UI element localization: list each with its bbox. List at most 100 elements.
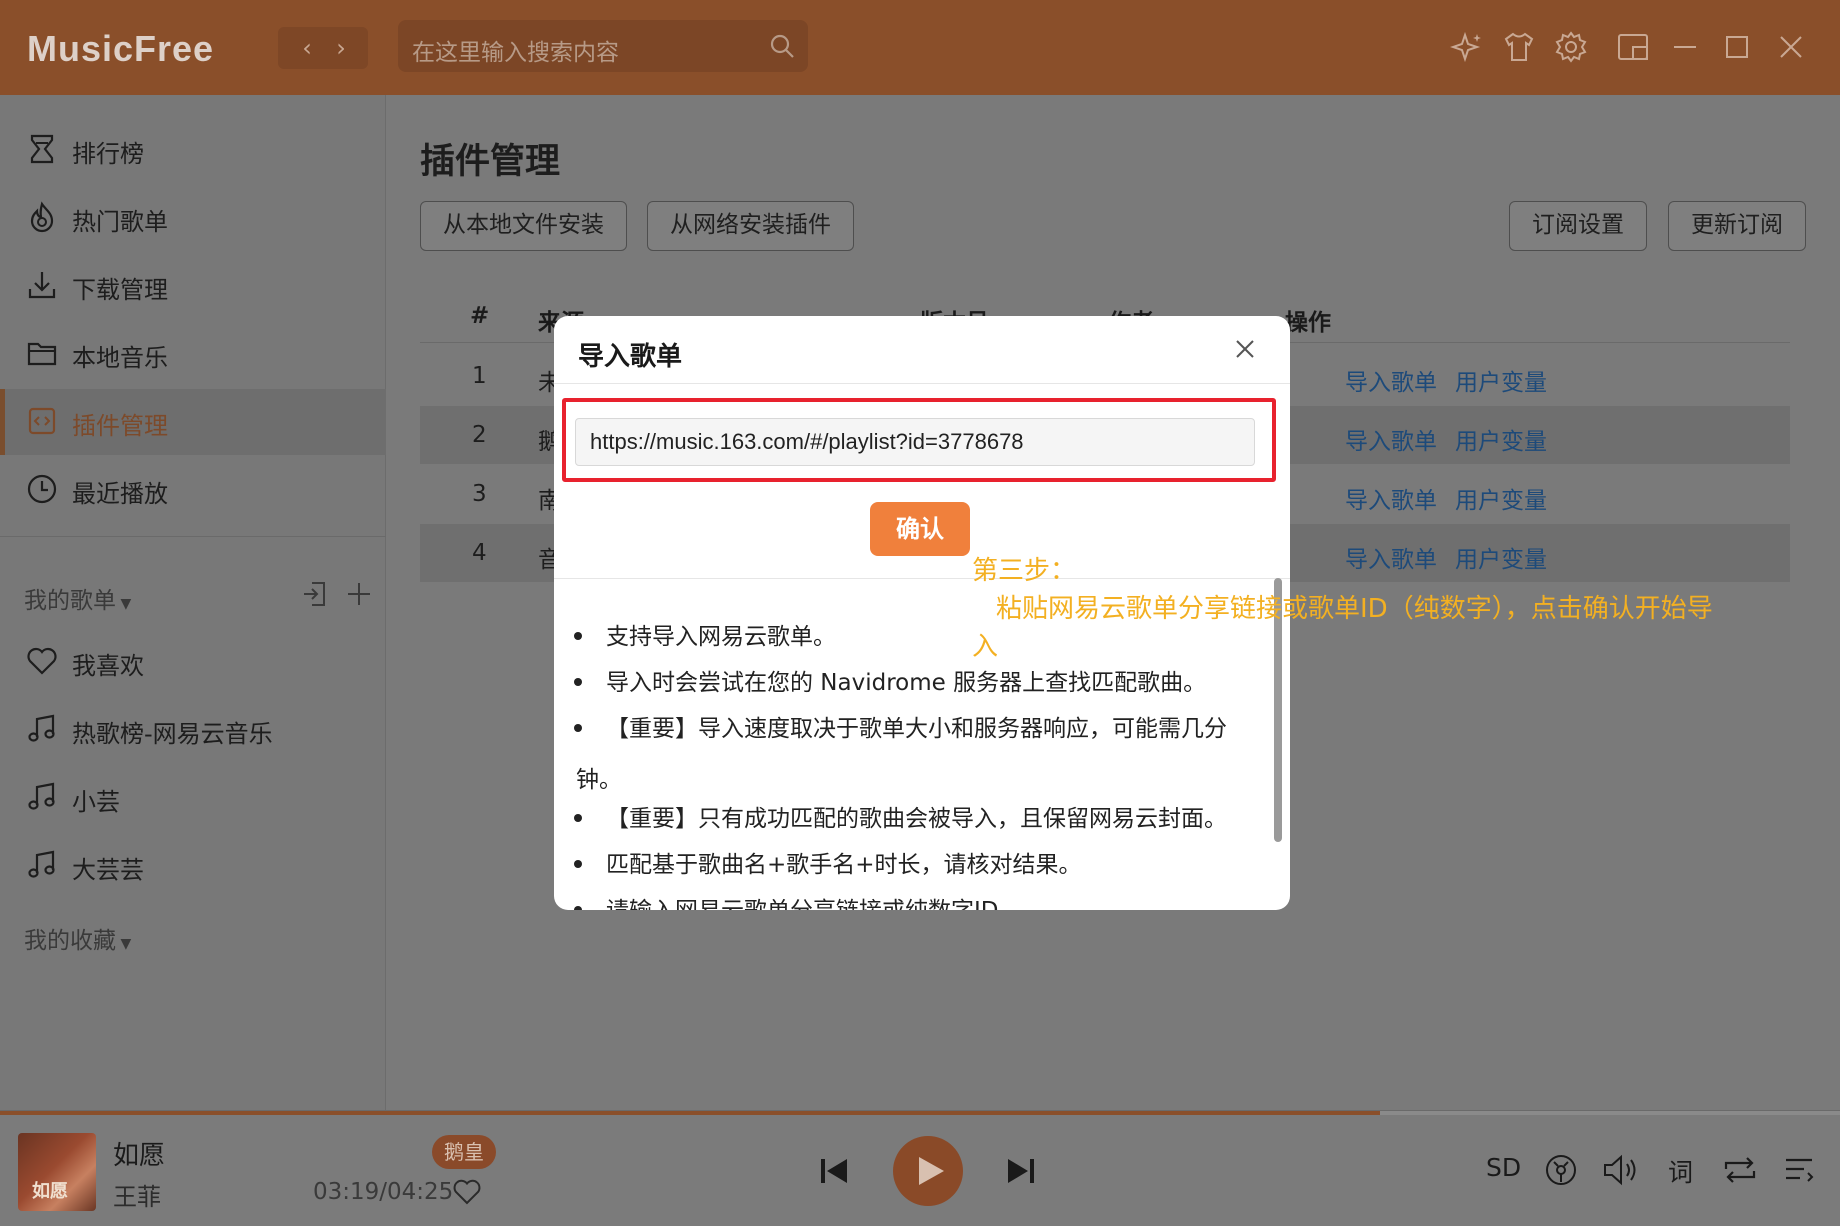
sidebar-item-label: 排行榜 [72, 140, 144, 168]
confirm-button[interactable]: 确认 [870, 502, 970, 556]
page-title: 插件管理 [420, 142, 561, 182]
quality-button[interactable]: SD [1486, 1153, 1521, 1182]
previous-icon[interactable] [818, 1155, 850, 1187]
volume-icon[interactable] [1602, 1153, 1640, 1187]
lyrics-button[interactable]: 词 [1668, 1153, 1693, 1189]
add-playlist-icon[interactable] [344, 579, 374, 609]
import-playlist-link[interactable]: 导入歌单 [1345, 363, 1437, 397]
import-playlist-link[interactable]: 导入歌单 [1345, 540, 1437, 574]
sidebar-item-downloads[interactable]: 下载管理 [0, 253, 386, 319]
bullet [574, 677, 582, 686]
gear-icon[interactable] [1554, 30, 1588, 64]
clock-icon [27, 474, 57, 504]
mini-mode-icon[interactable] [1616, 30, 1650, 64]
update-subscription-button[interactable]: 更新订阅 [1668, 201, 1806, 251]
user-variables-link[interactable]: 用户变量 [1455, 422, 1547, 456]
subscribe-settings-button[interactable]: 订阅设置 [1509, 201, 1647, 251]
forward-button[interactable]: › [326, 34, 356, 62]
music-note-icon [28, 850, 55, 878]
dialog-divider [554, 383, 1290, 384]
playlist-item[interactable]: 热歌榜-网易云音乐 [0, 697, 386, 763]
annotation-instruction-end: 入 [972, 632, 999, 662]
note-item: 导入时会尝试在您的 Navidrome 服务器上查找匹配歌曲。 [574, 668, 1206, 698]
column-header: 操作 [1285, 310, 1331, 336]
play-button[interactable] [893, 1136, 963, 1206]
note-text: 请输入网易云歌单分享链接或纯数字ID。 [606, 898, 1022, 910]
progress-fill [0, 1111, 1380, 1115]
playlist-label: 热歌榜-网易云音乐 [72, 720, 273, 748]
user-variables-link[interactable]: 用户变量 [1455, 481, 1547, 515]
equalizer-icon[interactable] [1544, 1153, 1578, 1187]
back-button[interactable]: ‹ [292, 34, 322, 62]
search-bar[interactable]: 在这里输入搜索内容 [398, 20, 808, 72]
minimize-icon[interactable] [1668, 30, 1702, 64]
note-item: 【重要】导入速度取决于歌单大小和服务器响应，可能需几分 [574, 714, 1227, 744]
column-header: # [470, 303, 490, 329]
import-playlist-link[interactable]: 导入歌单 [1345, 481, 1437, 515]
bullet [574, 905, 582, 910]
plugin-icon [28, 407, 56, 435]
playlist-queue-icon[interactable] [1784, 1155, 1816, 1185]
chevron-down-icon: ▼ [116, 936, 132, 952]
title-bar: MusicFree ‹ › 在这里输入搜索内容 [0, 0, 1840, 95]
progress-bar[interactable] [0, 1111, 1840, 1115]
sidebar-item-plugins[interactable]: 插件管理 [0, 389, 386, 455]
annotation-instruction: 粘贴网易云歌单分享链接或歌单ID（纯数字），点击确认开始导 [996, 594, 1713, 624]
playlist-label: 我喜欢 [72, 652, 144, 680]
search-icon[interactable] [768, 32, 796, 60]
sidebar-divider [0, 536, 386, 537]
note-text: 【重要】导入速度取决于歌单大小和服务器响应，可能需几分 [606, 716, 1227, 742]
cover-text: 如愿 [32, 1181, 68, 1202]
close-icon[interactable] [1774, 30, 1808, 64]
bullet [574, 813, 582, 822]
song-artist: 王菲 [113, 1183, 161, 1211]
sidebar-item-ranking[interactable]: 排行榜 [0, 117, 386, 183]
song-title: 如愿 [113, 1141, 166, 1171]
note-text: 【重要】只有成功匹配的歌曲会被导入，且保留网易云封面。 [606, 806, 1227, 832]
sidebar-item-hot-playlists[interactable]: 热门歌单 [0, 185, 386, 251]
my-playlists-header[interactable]: 我的歌单 ▼ [24, 581, 131, 615]
close-icon[interactable] [1230, 334, 1260, 364]
note-text: 支持导入网易云歌单。 [606, 624, 836, 650]
search-input[interactable]: 在这里输入搜索内容 [412, 33, 619, 67]
maximize-icon[interactable] [1720, 30, 1754, 64]
next-icon[interactable] [1005, 1155, 1037, 1187]
playlist-item[interactable]: 大芸芸 [0, 833, 386, 899]
note-text: 钟。 [576, 767, 622, 793]
playlist-actions [300, 579, 380, 613]
playlist-url-input[interactable]: https://music.163.com/#/playlist?id=3778… [575, 418, 1255, 466]
my-favorites-header[interactable]: 我的收藏 ▼ [24, 921, 131, 955]
row-number: 1 [472, 363, 487, 389]
install-local-button[interactable]: 从本地文件安装 [420, 201, 627, 251]
repeat-icon[interactable] [1722, 1155, 1758, 1185]
note-item: 匹配基于歌曲名+歌手名+时长，请核对结果。 [574, 850, 1082, 880]
fire-icon [30, 201, 54, 233]
row-number: 4 [472, 540, 487, 566]
import-playlist-icon[interactable] [300, 579, 330, 609]
download-icon [28, 272, 56, 299]
sidebar-item-label: 热门歌单 [72, 208, 168, 236]
sidebar-item-recent[interactable]: 最近播放 [0, 457, 386, 523]
sidebar-item-label: 本地音乐 [72, 344, 168, 372]
sidebar-item-local-music[interactable]: 本地音乐 [0, 321, 386, 387]
album-cover[interactable]: 如愿 [18, 1133, 96, 1211]
play-icon [919, 1157, 944, 1185]
heart-icon[interactable] [452, 1177, 482, 1207]
user-variables-link[interactable]: 用户变量 [1455, 363, 1547, 397]
sparkle-icon[interactable] [1450, 30, 1484, 64]
user-variables-link[interactable]: 用户变量 [1455, 540, 1547, 574]
folder-icon [27, 342, 57, 366]
import-playlist-link[interactable]: 导入歌单 [1345, 422, 1437, 456]
sidebar: 排行榜 热门歌单 下载管理 本地音乐 插件管理 最近播放 我的歌单 ▼ 我喜欢 … [0, 95, 386, 1110]
note-item: 请输入网易云歌单分享链接或纯数字ID。 [574, 896, 1022, 910]
install-network-button[interactable]: 从网络安装插件 [647, 201, 854, 251]
shirt-icon[interactable] [1502, 30, 1536, 64]
playlist-item[interactable]: 小芸 [0, 765, 386, 831]
chevron-down-icon: ▼ [116, 596, 132, 612]
bullet [574, 631, 582, 640]
playlist-item-favorites[interactable]: 我喜欢 [0, 629, 386, 695]
sidebar-item-label: 下载管理 [72, 276, 168, 304]
bullet [574, 859, 582, 868]
plugin-badge: 鹅皇 [432, 1135, 496, 1169]
annotation-step: 第三步： [972, 556, 1077, 586]
